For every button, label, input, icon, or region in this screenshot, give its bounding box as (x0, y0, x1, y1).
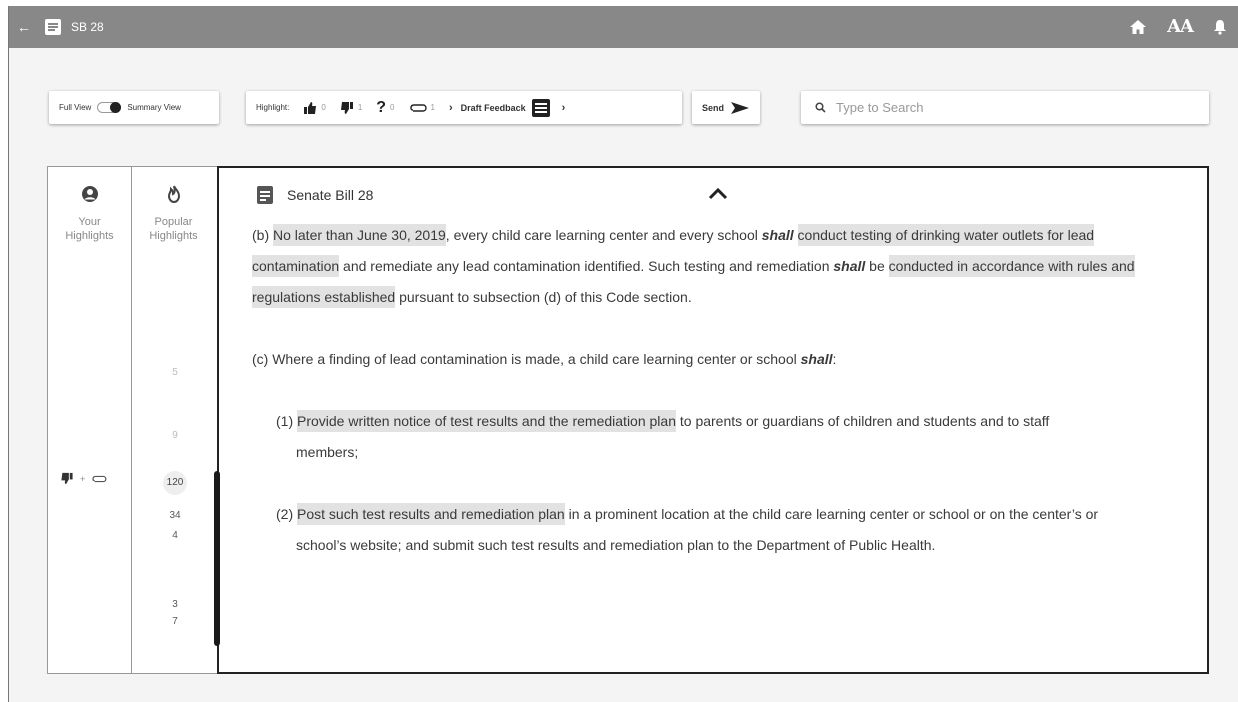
collapse-chevron-up-icon[interactable] (707, 186, 729, 200)
flame-icon (167, 185, 180, 204)
view-toggle-card: Full View Summary View (49, 91, 219, 124)
document-title: Senate Bill 28 (287, 187, 374, 203)
popular-count: 3 (172, 599, 178, 610)
draft-feedback-button[interactable]: Draft Feedback (460, 98, 550, 117)
summary-view-label[interactable]: Summary View (127, 103, 181, 112)
question-button[interactable]: ? 0 (376, 99, 394, 117)
search-input[interactable] (836, 100, 1166, 115)
thumbs-down-icon (340, 101, 353, 114)
popular-count: 9 (172, 430, 178, 441)
paperclip-icon (92, 475, 107, 482)
user-icon (81, 186, 98, 202)
popular-highlights-tab[interactable]: Popular Highlights (132, 185, 215, 243)
font-size-icon[interactable]: AA (1167, 16, 1194, 37)
send-button[interactable]: Send (692, 91, 760, 124)
document-icon (257, 186, 273, 204)
document-icon (45, 19, 61, 35)
question-mark-icon: ? (376, 98, 387, 116)
search-box[interactable] (801, 91, 1209, 124)
highlighted-text[interactable]: Provide written notice of test results a… (297, 410, 676, 432)
question-count: 0 (390, 103, 395, 112)
popular-count: 34 (169, 510, 181, 521)
highlighted-text[interactable]: Post such test results and remediation p… (297, 503, 565, 525)
chevron-right-icon: › (561, 101, 566, 114)
highlight-toolbar: Highlight: 0 1 ? 0 1 › Draft Feedback › (246, 91, 682, 124)
full-view-label[interactable]: Full View (59, 103, 91, 112)
draft-feedback-label: Draft Feedback (460, 102, 526, 113)
send-label: Send (701, 102, 724, 113)
popular-count: 120 (132, 471, 218, 495)
document-header: Senate Bill 28 (257, 186, 373, 204)
thumbs-down-icon (61, 472, 73, 485)
document-tab-title: SB 28 (71, 20, 104, 34)
highlighted-text[interactable]: No later than June 30, 2019 (273, 224, 446, 246)
thumbs-up-button[interactable]: 0 (303, 101, 326, 115)
popular-count: 7 (172, 616, 178, 627)
send-arrow-icon (731, 101, 749, 114)
your-highlight-marker[interactable]: + (58, 472, 109, 485)
your-highlights-tab[interactable]: Your Highlights (48, 185, 131, 243)
paragraph-b: (b) No later than June 30, 2019, every c… (252, 220, 1152, 313)
home-icon[interactable] (1129, 18, 1147, 36)
app-frame: ← SB 28 AA Full View Summary View Highli… (8, 6, 1238, 702)
document-body: (b) No later than June 30, 2019, every c… (252, 220, 1152, 592)
highlight-label: Highlight: (256, 103, 290, 112)
notification-bell-icon[interactable] (1213, 19, 1227, 35)
back-arrow-icon[interactable]: ← (17, 19, 31, 35)
popular-count: 5 (172, 367, 178, 378)
view-toggle-switch[interactable] (97, 102, 122, 113)
scrollbar-thumb[interactable] (214, 471, 220, 646)
highlights-sidebar: Your Highlights Popular Highlights 5 9 +… (47, 166, 217, 674)
popular-count: 4 (172, 530, 178, 541)
chevron-right-icon: › (448, 101, 453, 114)
attach-button[interactable]: 1 (409, 101, 435, 115)
your-highlights-label: Your Highlights (65, 216, 114, 242)
item-2: (2) Post such test results and remediati… (252, 499, 1152, 561)
thumbs-down-count: 1 (357, 103, 363, 112)
top-bar: ← SB 28 AA (9, 6, 1238, 48)
item-1: (1) Provide written notice of test resul… (252, 406, 1152, 468)
search-icon (815, 102, 826, 113)
thumbs-down-button[interactable]: 1 (340, 101, 362, 115)
popular-highlights-label: Popular Highlights (149, 216, 198, 242)
attach-count: 1 (430, 103, 435, 112)
paperclip-icon (409, 103, 427, 112)
paragraph-c: (c) Where a finding of lead contaminatio… (252, 351, 837, 367)
plus-icon: + (80, 473, 86, 484)
thumbs-up-icon (304, 101, 317, 114)
thumbs-up-count: 0 (321, 103, 326, 112)
list-icon (531, 98, 550, 117)
document-panel: Senate Bill 28 (b) No later than June 30… (217, 166, 1209, 674)
